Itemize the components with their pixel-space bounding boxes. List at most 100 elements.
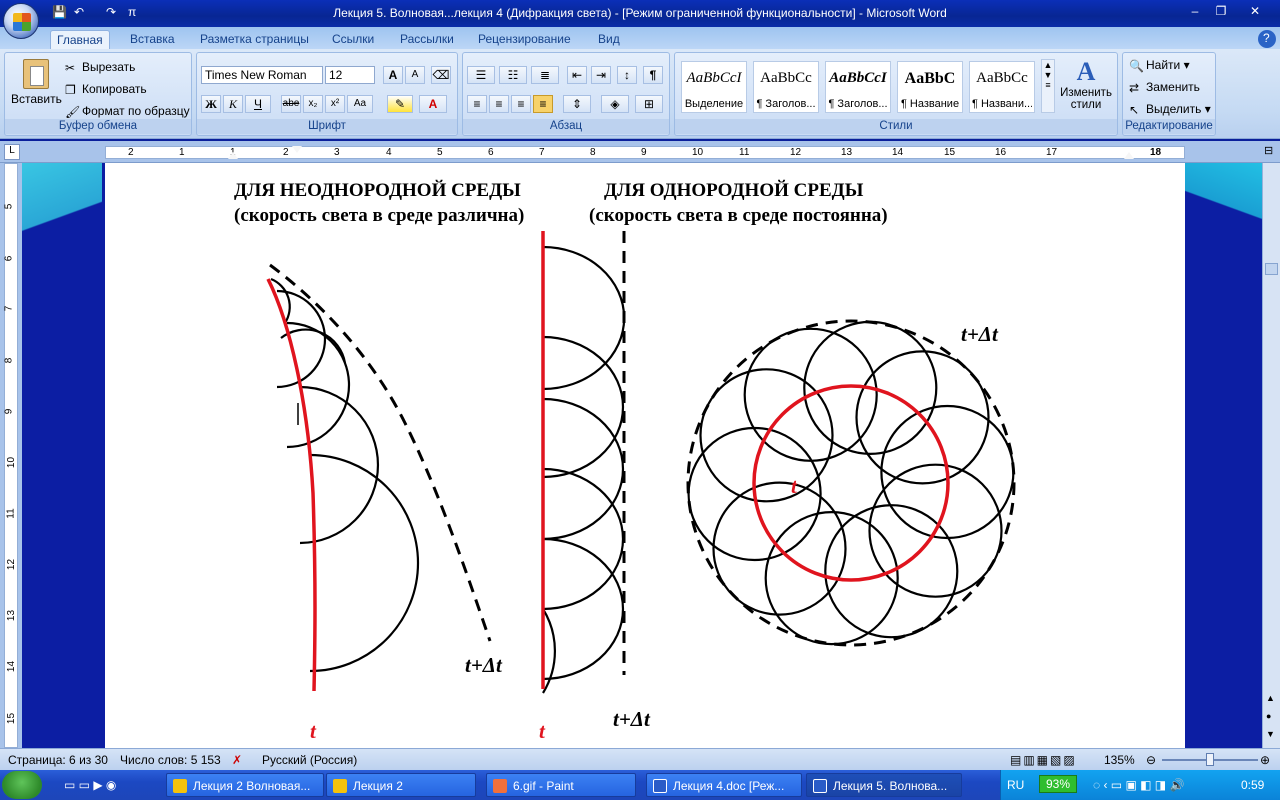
- ruler-number: 7: [539, 147, 545, 158]
- system-tray: RU 93% ◌ ‹ ▭ ▣ ◧ ◨ 🔊 0:59: [1000, 770, 1280, 800]
- font-color-icon[interactable]: A: [419, 95, 447, 113]
- minimize-button[interactable]: –: [1186, 2, 1204, 20]
- cut-button[interactable]: ✂ Вырезать: [65, 60, 135, 75]
- tab-references[interactable]: Ссылки: [326, 30, 380, 49]
- superscript-button[interactable]: x²: [325, 95, 345, 113]
- close-button[interactable]: ✕: [1246, 2, 1264, 20]
- horizontal-ruler[interactable]: L 2 1 1 2 3 4 5 6 7 8 9 10 11 12 13 14 15 16 17 18 ⊟: [0, 141, 1280, 163]
- underline-button[interactable]: Ч: [245, 95, 271, 113]
- quick-launch-icons[interactable]: ▭ ▭ ▶ ◉: [64, 778, 116, 792]
- styles-scroll-icon[interactable]: ▲ ▼ ≡: [1041, 59, 1055, 113]
- copy-button[interactable]: ❐ Копировать: [65, 82, 147, 97]
- view-buttons-icon[interactable]: ▤▥▦▧▨: [1010, 753, 1077, 767]
- zoom-out-icon[interactable]: ⊖: [1146, 753, 1156, 767]
- vertical-scrollbar[interactable]: ▲ ● ▼: [1262, 163, 1280, 748]
- next-page-icon[interactable]: ▼: [1266, 729, 1275, 739]
- style-name: ¶ Название: [900, 98, 960, 110]
- style-caption[interactable]: AaBbCc ¶ Названи...: [969, 61, 1035, 113]
- strikethrough-button[interactable]: abe: [281, 95, 301, 113]
- styles-group-label: Стили: [675, 119, 1117, 134]
- style-heading-1[interactable]: AaBbCc ¶ Заголов...: [753, 61, 819, 113]
- justify-icon[interactable]: ≡: [533, 95, 553, 113]
- decrease-indent-icon[interactable]: ⇤: [567, 66, 587, 84]
- tray-icons[interactable]: ◌ ‹ ▭ ▣ ◧ ◨ 🔊: [1093, 778, 1184, 792]
- task-paint[interactable]: 6.gif - Paint: [486, 773, 636, 797]
- font-group-label: Шрифт: [197, 119, 457, 134]
- cursor-icon: ↖: [1129, 103, 1140, 118]
- left-indent-marker[interactable]: [228, 152, 238, 159]
- language[interactable]: Русский (Россия): [262, 753, 357, 767]
- borders-icon[interactable]: ⊞: [635, 95, 663, 113]
- first-line-indent-marker[interactable]: [292, 146, 302, 153]
- shading-icon[interactable]: ◈: [601, 95, 629, 113]
- tab-page-layout[interactable]: Разметка страницы: [194, 30, 315, 49]
- bullets-icon[interactable]: ☰: [467, 66, 495, 84]
- view-ruler-icon[interactable]: ⊟: [1264, 144, 1278, 160]
- italic-button[interactable]: К: [223, 95, 243, 113]
- align-right-icon[interactable]: ≡: [511, 95, 531, 113]
- subscript-button[interactable]: x₂: [303, 95, 323, 113]
- style-heading-2[interactable]: AaBbCcI ¶ Заголов...: [825, 61, 891, 113]
- zoom-in-icon[interactable]: ⊕: [1260, 753, 1270, 767]
- tab-home[interactable]: Главная: [50, 30, 110, 49]
- task-lecture2-wave[interactable]: Лекция 2 Волновая...: [166, 773, 324, 797]
- tab-selector-icon[interactable]: L: [4, 144, 20, 160]
- tab-review[interactable]: Рецензирование: [472, 30, 577, 49]
- page-count[interactable]: Страница: 6 из 30: [8, 753, 108, 767]
- left-t-label: t: [310, 719, 317, 743]
- spellcheck-icon[interactable]: ✗: [232, 753, 242, 767]
- show-marks-button[interactable]: ¶: [643, 66, 663, 84]
- language-indicator[interactable]: RU: [1007, 778, 1024, 792]
- document-page[interactable]: ДЛЯ НЕОДНОРОДНОЙ СРЕДЫ (скорость света в…: [105, 163, 1185, 748]
- maximize-button[interactable]: ❐: [1212, 2, 1230, 20]
- font-size-select[interactable]: 12: [325, 66, 375, 84]
- sort-icon[interactable]: ↕: [617, 66, 637, 84]
- style-title[interactable]: AaBbC ¶ Название: [897, 61, 963, 113]
- ruler-number: 13: [841, 147, 853, 158]
- shrink-font-button[interactable]: A: [405, 66, 425, 84]
- highlight-icon[interactable]: ✎: [387, 95, 413, 113]
- task-lecture2[interactable]: Лекция 2: [326, 773, 476, 797]
- scrollbar-thumb[interactable]: [1265, 263, 1278, 275]
- start-button[interactable]: [2, 771, 42, 799]
- prev-page-icon[interactable]: ▲: [1266, 693, 1275, 703]
- zoom-level[interactable]: 135%: [1104, 753, 1135, 767]
- select-button[interactable]: ↖ Выделить ▾: [1129, 102, 1211, 118]
- help-icon[interactable]: ?: [1258, 30, 1276, 48]
- clock[interactable]: 0:59: [1241, 778, 1264, 792]
- task-lecture4-doc[interactable]: Лекция 4.doc [Реж...: [646, 773, 802, 797]
- font-family-select[interactable]: Times New Roman: [201, 66, 323, 84]
- task-lecture5-active[interactable]: Лекция 5. Волнова...: [806, 773, 962, 797]
- increase-indent-icon[interactable]: ⇥: [591, 66, 611, 84]
- tab-insert[interactable]: Вставка: [124, 30, 181, 49]
- style-emphasis[interactable]: AaBbCcI Выделение: [681, 61, 747, 113]
- bold-button[interactable]: Ж: [201, 95, 221, 113]
- find-button[interactable]: 🔍 Найти ▾: [1129, 58, 1190, 73]
- select-browse-icon[interactable]: ●: [1266, 711, 1271, 721]
- format-painter-label: Формат по образцу: [82, 104, 190, 118]
- multilevel-icon[interactable]: ≣: [531, 66, 559, 84]
- ribbon: Вставить ✂ Вырезать ❐ Копировать 🖌 Формат п…: [0, 49, 1280, 139]
- numbering-icon[interactable]: ☷: [499, 66, 527, 84]
- word-count[interactable]: Число слов: 5 153: [120, 753, 221, 767]
- clear-format-icon[interactable]: ⌫: [431, 66, 451, 84]
- change-styles-button[interactable]: A Изменить стили: [1057, 57, 1115, 111]
- office-button[interactable]: [3, 3, 39, 39]
- tab-view[interactable]: Вид: [592, 30, 626, 49]
- spherical-wavelets: [687, 320, 1015, 646]
- align-left-icon[interactable]: ≡: [467, 95, 487, 113]
- grow-font-button[interactable]: A: [383, 66, 403, 84]
- paste-button[interactable]: Вставить: [11, 59, 62, 115]
- vertical-ruler[interactable]: 5 6 7 8 9 10 11 12 13 14 15: [0, 163, 22, 748]
- change-case-button[interactable]: Aa: [347, 95, 373, 113]
- ruler-number: 9: [641, 147, 647, 158]
- format-painter-button[interactable]: 🖌 Формат по образцу: [65, 104, 190, 119]
- tab-mailings[interactable]: Рассылки: [394, 30, 460, 49]
- battery-indicator[interactable]: 93%: [1039, 775, 1078, 793]
- align-center-icon[interactable]: ≡: [489, 95, 509, 113]
- line-spacing-icon[interactable]: ⇕: [563, 95, 591, 113]
- right-indent-marker[interactable]: [1124, 152, 1134, 159]
- replace-button[interactable]: ⇄ Заменить: [1129, 80, 1200, 95]
- zoom-slider-thumb[interactable]: [1206, 753, 1214, 766]
- left-subheading: (скорость света в среде различна): [234, 205, 524, 226]
